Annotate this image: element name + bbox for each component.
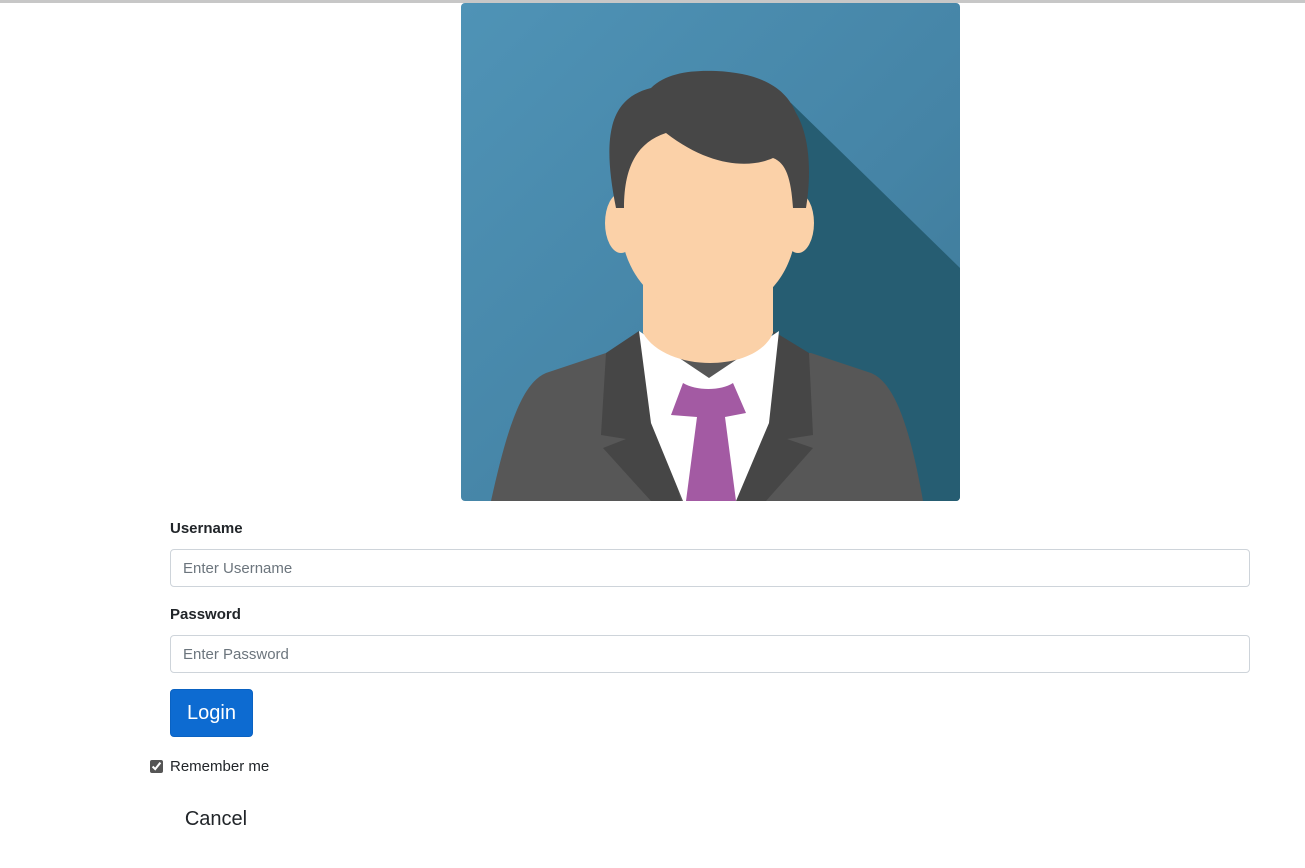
avatar-image <box>461 3 960 501</box>
login-button[interactable]: Login <box>170 689 253 737</box>
username-label: Username <box>170 520 243 537</box>
businessman-avatar-icon <box>461 3 960 501</box>
username-input[interactable] <box>170 549 1250 587</box>
remember-me-row: Remember me <box>150 757 269 775</box>
cancel-button[interactable]: Cancel <box>175 802 257 836</box>
password-input[interactable] <box>170 635 1250 673</box>
remember-me-checkbox[interactable] <box>150 759 163 773</box>
remember-me-label[interactable]: Remember me <box>170 758 269 775</box>
password-label: Password <box>170 606 241 623</box>
